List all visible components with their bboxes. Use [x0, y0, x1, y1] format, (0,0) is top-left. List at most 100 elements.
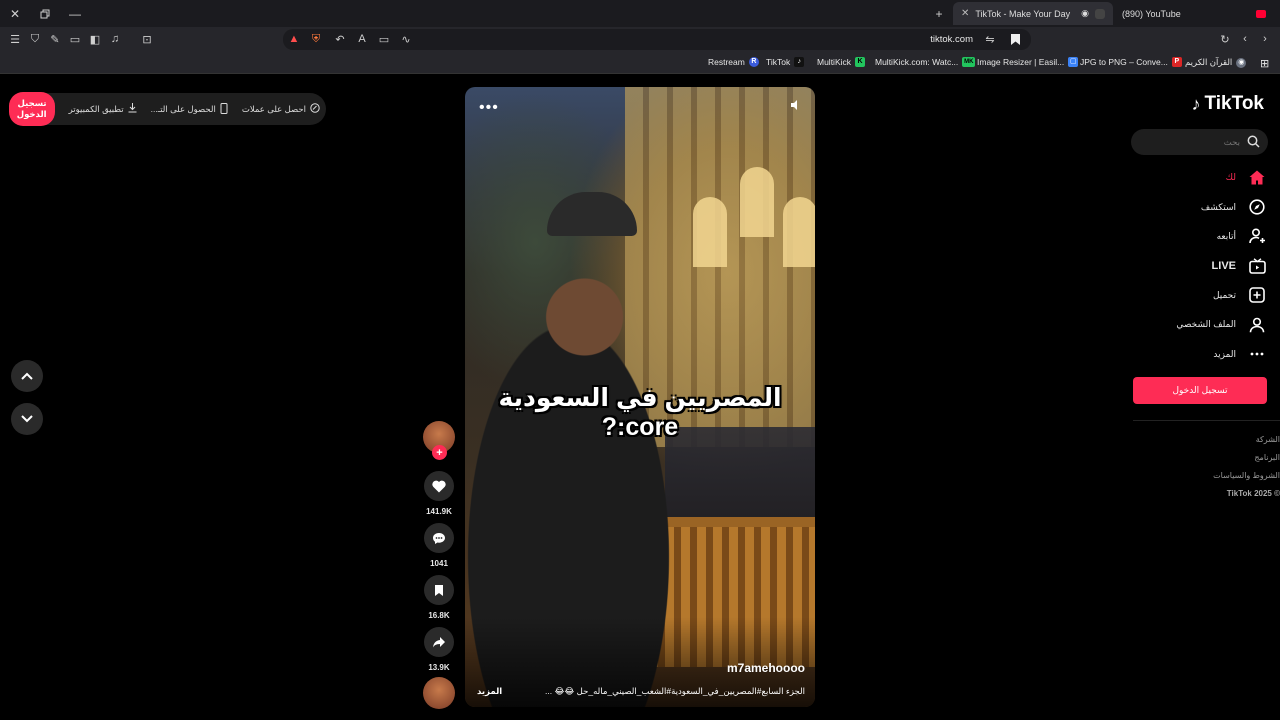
previous-video-button[interactable] [11, 360, 43, 392]
video-frame-cap [547, 192, 637, 236]
close-tab-icon[interactable]: ✕ [961, 8, 969, 19]
footer-link-terms[interactable]: الشروط والسياسات [1140, 467, 1280, 485]
footer-link-program[interactable]: البرنامج [1140, 449, 1280, 467]
pen-icon[interactable]: ✎ [48, 32, 62, 46]
bookmark-icon [435, 584, 443, 596]
video-author[interactable]: m7amehoooo [727, 661, 805, 675]
tiktok-page: احصل على عملات الحصول على التـ... تطبيق … [0, 75, 1280, 720]
follow-plus-icon[interactable]: + [432, 445, 447, 460]
share-button[interactable] [424, 627, 454, 657]
close-window-icon[interactable]: ✕ [6, 5, 24, 23]
top-login-button[interactable]: تسجيل الدخول [8, 92, 55, 126]
bookmark-multikick[interactable]: MultiKick K [817, 57, 866, 67]
tab-audio-icon: ◉ [1081, 8, 1089, 18]
tab-youtube[interactable]: (890) YouTube [1114, 2, 1274, 25]
top-action-bar: احصل على عملات الحصول على التـ... تطبيق … [8, 92, 326, 126]
chevron-down-icon [21, 415, 33, 423]
tiktok-logo[interactable]: ♪ TikTok [1192, 93, 1264, 115]
pip-icon[interactable]: ∿ [399, 32, 413, 46]
save-count: 16.8K [428, 611, 450, 620]
sidebar-item-explore[interactable]: استكشف [1116, 192, 1266, 221]
sidebar-item-label: استكشف [1200, 201, 1236, 212]
minimize-window-icon[interactable]: — [66, 5, 84, 23]
reload-icon[interactable]: ↻ [1218, 32, 1232, 46]
video-more-link[interactable]: المزيد [477, 686, 502, 697]
search-input[interactable] [1140, 129, 1240, 155]
undo-icon[interactable]: ↶ [333, 32, 347, 46]
tabs-icon[interactable]: ▭ [68, 32, 82, 46]
more-options-icon[interactable]: ••• [479, 99, 499, 117]
sidebar-item-label: لك [1225, 172, 1236, 183]
translate-icon[interactable]: A [355, 32, 369, 46]
menu-icon[interactable]: ☰ [8, 32, 22, 46]
share-count: 13.9K [428, 663, 450, 672]
desktop-app-button[interactable]: تطبيق الكمبيوتر [69, 103, 137, 115]
bookmark-label: TikTok [766, 57, 791, 67]
all-bookmarks-icon[interactable]: ⊞ [1260, 57, 1269, 70]
video-player[interactable]: ••• المصريين في السعودية core:? m7amehoo… [465, 87, 815, 707]
bookmark-label: Image Resizer | Easil... [977, 57, 1065, 67]
search-box[interactable] [1131, 129, 1268, 155]
bookmarks-bar: Restream R TikTok ♪ MultiKick K MultiKic… [0, 52, 1280, 74]
bookmark-label: JPG to PNG – Conve... [1080, 57, 1168, 67]
video-overlay-text: المصريين في السعودية core:? [498, 384, 782, 441]
screenshot-icon[interactable]: ⊡ [140, 32, 154, 46]
volume-icon[interactable] [789, 99, 801, 114]
sidebar-icon[interactable]: ◧ [88, 32, 102, 46]
bookmark-icon[interactable] [1008, 32, 1022, 46]
new-tab-icon[interactable]: + [930, 5, 948, 23]
compass-icon [1248, 198, 1266, 216]
sidebar-item-more[interactable]: المزيد [1116, 339, 1266, 368]
restore-window-icon[interactable] [36, 5, 54, 23]
bookmark-tiktok[interactable]: TikTok ♪ [766, 57, 805, 67]
reader-icon[interactable]: ▭ [377, 32, 391, 46]
like-button[interactable] [424, 471, 454, 501]
sound-disc-avatar[interactable] [423, 677, 455, 709]
bookmark-restream[interactable]: Restream R [708, 57, 759, 67]
warning-icon[interactable]: ▲ [287, 32, 301, 46]
shield-icon[interactable]: ⛉ [28, 32, 42, 46]
sidebar-item-profile[interactable]: الملف الشخصي [1116, 310, 1266, 339]
address-bar[interactable]: ▲ ⛨ ↶ A ▭ ∿ tiktok.com ⇋ [283, 29, 1031, 50]
sidebar-item-live[interactable]: LIVE [1116, 251, 1266, 280]
sidebar-item-following[interactable]: أتابعه [1116, 222, 1266, 251]
forward-icon[interactable]: › [1258, 32, 1272, 46]
chevron-up-icon [21, 372, 33, 380]
video-description: الجزء السابع#المصريين_في_السعودية#الشعب_… [545, 686, 805, 696]
tiktok-logo-text: TikTok [1204, 93, 1264, 114]
comment-icon [433, 532, 445, 544]
sidebar-item-upload[interactable]: تحميل [1116, 281, 1266, 310]
bookmark-image-resizer[interactable]: Image Resizer | Easil... ▢ [977, 57, 1079, 67]
upload-icon [1248, 286, 1266, 304]
bookmark-label: MultiKick [817, 57, 852, 67]
back-icon[interactable]: ‹ [1238, 32, 1252, 46]
bookmark-multikick-watch[interactable]: MultiKick.com: Watc... MK [875, 57, 976, 67]
brave-shield-icon[interactable]: ⛨ [309, 32, 323, 46]
live-tv-icon [1248, 257, 1266, 275]
search-icon[interactable] [1247, 135, 1260, 153]
user-plus-icon [1248, 227, 1266, 245]
bookmark-quran[interactable]: القرآن الكريم ◉ [1185, 57, 1247, 68]
sidebar-nav: لك استكشف أتابعه LIVE تحميل الملف الشخصي… [1116, 163, 1266, 369]
sidebar-item-label: أتابعه [1216, 230, 1236, 241]
bookmark-jpg-to-png[interactable]: JPG to PNG – Conve... P [1080, 57, 1182, 67]
sidebar-item-for-you[interactable]: لك [1116, 163, 1266, 192]
quran-icon: ◉ [1236, 57, 1247, 68]
bookmark-label: MultiKick.com: Watc... [875, 57, 959, 67]
get-app-button[interactable]: الحصول على التـ... [151, 102, 228, 116]
heart-icon [432, 480, 446, 492]
sidebar-footer: الشركة البرنامج الشروط والسياسات © 2025 … [1140, 431, 1280, 503]
comment-button[interactable] [424, 523, 454, 553]
music-icon[interactable]: ♫ [108, 32, 122, 46]
bookmark-label: Restream [708, 57, 745, 67]
next-video-button[interactable] [11, 403, 43, 435]
video-frame-window [740, 167, 774, 237]
save-button[interactable] [424, 575, 454, 605]
tab-tiktok[interactable]: ✕ TikTok - Make Your Day ◉ [953, 2, 1113, 25]
coin-icon [310, 103, 320, 115]
site-settings-icon[interactable]: ⇋ [983, 32, 997, 46]
sidebar-login-button[interactable]: تسجيل الدخول [1133, 377, 1267, 404]
footer-link-company[interactable]: الشركة [1140, 431, 1280, 449]
tab-youtube-label: (890) YouTube [1122, 8, 1181, 19]
get-coins-button[interactable]: احصل على عملات [242, 103, 320, 115]
